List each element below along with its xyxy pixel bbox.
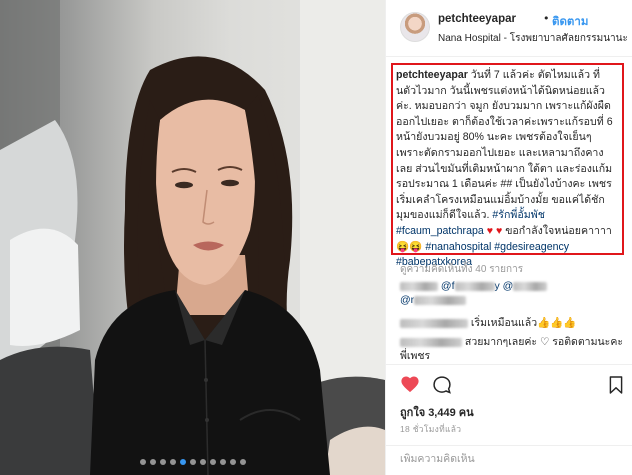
view-all-comments-link[interactable]: ดูความคิดเห็นทั้ง 40 รายการ bbox=[400, 262, 523, 277]
hashtag[interactable]: #gdesireagency bbox=[494, 241, 569, 253]
post-caption: petchteeyapar วันที่ 7 แล้วค่ะ ตัดไหมแล้… bbox=[396, 68, 618, 271]
author-username[interactable]: petchteeyapar bbox=[438, 13, 516, 25]
comment-mention[interactable]: @r bbox=[400, 294, 414, 306]
comment-text: สวยมากๆเลยค่ะ ♡ รอติดตามนะคะ bbox=[464, 336, 623, 348]
heart-emoji-icon: ♥ ♥ bbox=[486, 224, 503, 237]
post-photo[interactable] bbox=[0, 0, 385, 475]
redacted-text bbox=[513, 281, 548, 291]
carousel-dot[interactable] bbox=[159, 459, 166, 465]
carousel-dot[interactable] bbox=[179, 459, 186, 465]
carousel-dot[interactable] bbox=[169, 459, 176, 465]
comment-icon[interactable] bbox=[432, 375, 452, 399]
location-link[interactable]: Nana Hospital - โรงพยาบาลศัลยกรรมนานะ bbox=[438, 31, 628, 46]
follow-button[interactable]: ติดตาม bbox=[552, 13, 588, 31]
photo-illustration bbox=[0, 0, 385, 475]
carousel-dot[interactable] bbox=[189, 459, 196, 465]
carousel-indicator bbox=[0, 459, 385, 465]
comment-text: พี่เพชร bbox=[400, 350, 431, 362]
redacted-username bbox=[400, 337, 462, 347]
carousel-dot[interactable] bbox=[219, 459, 226, 465]
redacted-username bbox=[400, 281, 438, 291]
comment-item: สวยมากๆเลยค่ะ ♡ รอติดตามนะคะ bbox=[400, 333, 623, 350]
redacted-text bbox=[414, 295, 467, 305]
caption-username[interactable]: petchteeyapar bbox=[396, 69, 468, 81]
comment-item-continued: พี่เพชร bbox=[400, 347, 430, 364]
post-side-panel: petchteeyapar • ติดตาม Nana Hospital - โ… bbox=[385, 0, 632, 475]
post-header: petchteeyapar • ติดตาม Nana Hospital - โ… bbox=[386, 0, 632, 57]
comment-item-continued: @r bbox=[400, 294, 467, 306]
post-actions bbox=[386, 364, 632, 401]
carousel-dot[interactable] bbox=[139, 459, 146, 465]
redacted-text bbox=[454, 281, 495, 291]
comment-item: เริ่มเหมือนแล้ว👍👍👍 bbox=[400, 314, 576, 331]
hashtag[interactable]: #nanahospital bbox=[425, 241, 491, 253]
hashtag[interactable]: #fcaum_patchrapa bbox=[396, 225, 484, 237]
caption-text-2: ขอกำลังใจหน่อยคาาาา bbox=[502, 224, 612, 237]
heart-filled-icon[interactable] bbox=[400, 375, 420, 397]
comment-item: @f y @ bbox=[400, 280, 548, 292]
carousel-dot[interactable] bbox=[199, 459, 206, 465]
redacted-username bbox=[400, 318, 468, 328]
bookmark-icon[interactable] bbox=[608, 375, 624, 399]
squint-emoji-icon: 😝😝 bbox=[396, 240, 423, 253]
avatar[interactable] bbox=[400, 12, 430, 42]
comment-mention[interactable]: @f bbox=[441, 280, 455, 292]
carousel-dot[interactable] bbox=[209, 459, 216, 465]
caption-text: วันที่ 7 แล้วค่ะ ตัดไหมแล้ว ที่นดัวไวมาก… bbox=[396, 69, 613, 222]
carousel-dot[interactable] bbox=[239, 459, 246, 465]
hashtag[interactable]: #รักพี่อั้มพัช bbox=[492, 209, 545, 221]
carousel-dot[interactable] bbox=[149, 459, 156, 465]
comment-mention[interactable]: y @ bbox=[495, 280, 514, 292]
add-comment-input[interactable] bbox=[400, 453, 620, 465]
comment-text: เริ่มเหมือนแล้ว👍👍👍 bbox=[470, 317, 577, 329]
post-timestamp: 18 ชั่วโมงที่แล้ว bbox=[400, 424, 462, 434]
carousel-dot[interactable] bbox=[229, 459, 236, 465]
add-comment-bar bbox=[386, 445, 632, 475]
like-count[interactable]: ถูกใจ 3,449 คน bbox=[400, 403, 474, 421]
header-separator: • bbox=[543, 12, 550, 25]
